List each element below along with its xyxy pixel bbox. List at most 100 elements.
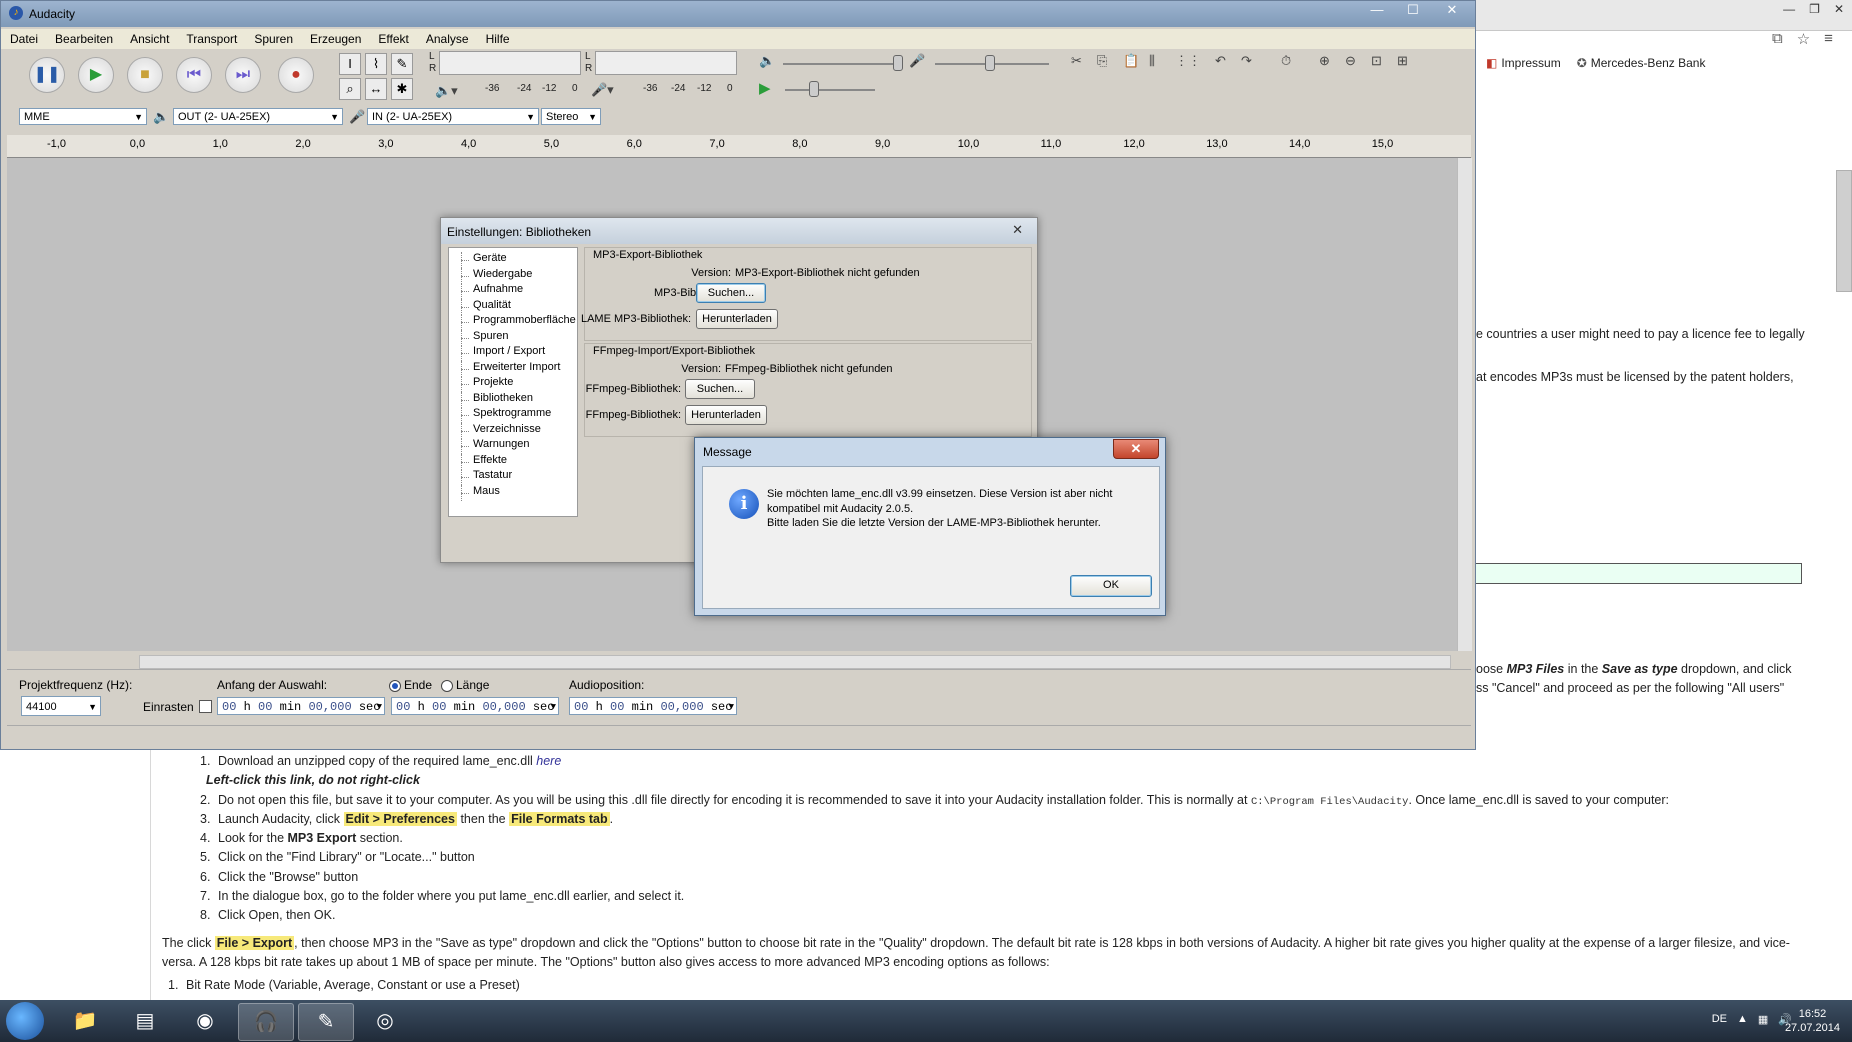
tree-item[interactable]: Qualität xyxy=(449,298,577,314)
menu-ansicht[interactable]: Ansicht xyxy=(121,29,177,49)
paste-icon[interactable]: 📋 xyxy=(1123,53,1139,69)
tree-item[interactable]: Erweiterter Import xyxy=(449,360,577,376)
end-radio[interactable] xyxy=(389,680,401,692)
chrome-icon[interactable]: ◉ xyxy=(178,1003,232,1039)
chevron-down-icon: ▼ xyxy=(526,112,535,122)
clock[interactable]: 16:52 27.07.2014 xyxy=(1785,1007,1840,1035)
media-app-icon[interactable]: ◎ xyxy=(358,1003,412,1039)
menu-datei[interactable]: Datei xyxy=(1,29,46,49)
maximize-icon[interactable]: ☐ xyxy=(1395,1,1431,21)
close-icon[interactable]: ✕ xyxy=(1834,2,1844,16)
menu-hilfe[interactable]: Hilfe xyxy=(477,29,518,49)
output-volume-slider[interactable] xyxy=(783,63,899,65)
mp3-search-button[interactable]: Suchen... xyxy=(696,283,766,303)
tree-item[interactable]: Maus xyxy=(449,484,577,500)
timeline-ruler[interactable]: -1,0 0,0 1,0 2,0 3,0 4,0 5,0 6,0 7,0 8,0 9,0 10,0 11… xyxy=(7,135,1471,158)
undo-icon[interactable]: ↶ xyxy=(1215,53,1226,69)
language-indicator[interactable]: DE xyxy=(1712,1013,1727,1026)
menu-effekt[interactable]: Effekt xyxy=(369,29,416,49)
play-button[interactable]: ▶ xyxy=(78,57,114,93)
draw-tool-icon[interactable]: ✎ xyxy=(391,53,413,75)
tree-item[interactable]: Aufnahme xyxy=(449,283,577,299)
slider-handle[interactable] xyxy=(809,81,819,97)
app-taskbar-icon[interactable]: ✎ xyxy=(298,1003,354,1041)
sync-lock-icon[interactable]: ⏱ xyxy=(1281,53,1291,69)
output-device-select[interactable]: OUT (2- UA-25EX) ▼ xyxy=(173,108,343,125)
play-at-speed-icon[interactable]: ▶ xyxy=(759,79,771,97)
skip-end-button[interactable]: ⏭ xyxy=(225,57,261,93)
pause-button[interactable]: ❚❚ xyxy=(29,57,65,93)
network-icon[interactable]: ▦ xyxy=(1758,1013,1768,1026)
channels-select[interactable]: Stereo ▼ xyxy=(541,108,601,125)
close-icon[interactable]: ✕ xyxy=(1113,439,1159,459)
restore-icon[interactable]: ❐ xyxy=(1809,2,1820,16)
start-button[interactable] xyxy=(6,1002,44,1040)
microphone-icon[interactable]: 🎤▾ xyxy=(591,82,614,98)
trim-icon[interactable]: ⫼ xyxy=(1149,53,1155,69)
selection-tool-icon[interactable]: I xyxy=(339,53,361,75)
horizontal-scrollbar[interactable] xyxy=(139,655,1451,669)
here-link[interactable]: here xyxy=(536,754,561,768)
zoom-out-icon[interactable]: ⊖ xyxy=(1345,53,1356,69)
explorer-icon[interactable]: 📁 xyxy=(58,1003,112,1039)
tree-item[interactable]: Spuren xyxy=(449,329,577,345)
silence-icon[interactable]: ⋮⋮ xyxy=(1175,53,1201,69)
ffmpeg-search-button[interactable]: Suchen... xyxy=(685,379,755,399)
selection-start-time[interactable]: 00 h 00 min 00,000 sec ▼ xyxy=(217,697,385,715)
fit-selection-icon[interactable]: ⊡ xyxy=(1371,53,1382,69)
menu-analyse[interactable]: Analyse xyxy=(417,29,477,49)
speaker-icon[interactable]: 🔈▾ xyxy=(435,83,458,99)
minimize-icon[interactable]: — xyxy=(1359,1,1395,21)
menu-transport[interactable]: Transport xyxy=(177,29,245,49)
envelope-tool-icon[interactable]: ⌇ xyxy=(365,53,387,75)
lame-download-button[interactable]: Herunterladen xyxy=(696,309,778,329)
close-icon[interactable]: ✕ xyxy=(1012,222,1023,238)
tree-item[interactable]: Import / Export xyxy=(449,345,577,361)
ok-button[interactable]: OK xyxy=(1070,575,1152,597)
minimize-icon[interactable]: — xyxy=(1783,2,1795,16)
multi-tool-icon[interactable]: ✱ xyxy=(391,78,413,100)
menu-erzeugen[interactable]: Erzeugen xyxy=(301,29,369,49)
list-item: 1. Download an unzipped copy of the requi… xyxy=(200,754,562,768)
play-speed-slider[interactable] xyxy=(785,89,875,91)
vertical-scrollbar[interactable] xyxy=(1457,158,1472,651)
slider-handle[interactable] xyxy=(985,55,995,71)
zoom-tool-icon[interactable]: ⌕ xyxy=(339,78,361,100)
menu-bearbeiten[interactable]: Bearbeiten xyxy=(46,29,121,49)
record-button[interactable]: ● xyxy=(278,57,314,93)
audacity-taskbar-icon[interactable]: 🎧 xyxy=(238,1003,294,1041)
tree-item[interactable]: Tastatur xyxy=(449,469,577,485)
tree-item[interactable]: Effekte xyxy=(449,453,577,469)
timeshift-tool-icon[interactable]: ↔ xyxy=(365,78,387,100)
audio-position-time[interactable]: 00 h 00 min 00,000 sec ▼ xyxy=(569,697,737,715)
audio-host-select[interactable]: MME ▼ xyxy=(19,108,147,125)
stop-button[interactable]: ■ xyxy=(127,57,163,93)
input-device-select[interactable]: IN (2- UA-25EX) ▼ xyxy=(367,108,539,125)
tree-item[interactable]: Warnungen xyxy=(449,438,577,454)
tree-item[interactable]: Wiedergabe xyxy=(449,267,577,283)
tree-item[interactable]: Verzeichnisse xyxy=(449,422,577,438)
record-meter[interactable] xyxy=(595,51,737,75)
zoom-in-icon[interactable]: ⊕ xyxy=(1319,53,1330,69)
length-radio[interactable] xyxy=(441,680,453,692)
window-switcher-icon[interactable]: ▤ xyxy=(118,1003,172,1039)
selection-end-time[interactable]: 00 h 00 min 00,000 sec ▼ xyxy=(391,697,559,715)
skip-start-button[interactable]: ⏮ xyxy=(176,57,212,93)
tree-item[interactable]: Geräte xyxy=(449,252,577,268)
snap-checkbox[interactable] xyxy=(199,700,212,713)
tray-expand-icon[interactable]: ▲ xyxy=(1737,1013,1748,1026)
playback-meter[interactable] xyxy=(439,51,581,75)
project-rate-select[interactable]: 44100 ▼ xyxy=(21,696,101,716)
close-icon[interactable]: ✕ xyxy=(1433,1,1471,21)
ffmpeg-download-button[interactable]: Herunterladen xyxy=(685,405,767,425)
menu-spuren[interactable]: Spuren xyxy=(245,29,301,49)
cut-icon[interactable]: ✂ xyxy=(1071,53,1082,69)
copy-icon[interactable]: ⎘ xyxy=(1097,53,1107,69)
slider-handle[interactable] xyxy=(893,55,903,71)
fit-project-icon[interactable]: ⊞ xyxy=(1397,53,1408,69)
redo-icon[interactable]: ↷ xyxy=(1241,53,1252,69)
page-scrollbar-thumb[interactable] xyxy=(1836,170,1852,292)
highlight-box xyxy=(1470,563,1802,584)
ruler-tick-label: 4,0 xyxy=(461,138,477,150)
status-bar xyxy=(7,725,1471,746)
